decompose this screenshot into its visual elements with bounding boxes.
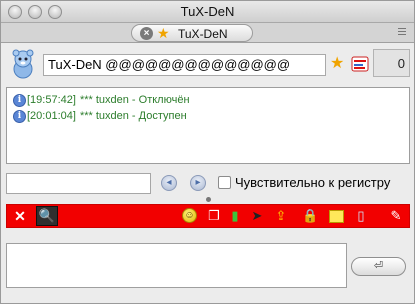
info-icon: i — [13, 93, 26, 107]
history-book-icon[interactable]: ▮ — [227, 208, 243, 224]
splitter-handle[interactable] — [206, 197, 211, 202]
tab-menu-handle[interactable] — [398, 26, 408, 38]
search-prev-button[interactable]: ◂ — [161, 175, 177, 191]
close-icon[interactable]: ✕ — [12, 208, 28, 224]
case-sensitive-label: Чувствительно к регистру — [235, 175, 391, 190]
avatar — [12, 49, 34, 79]
tab-strip: × ★ TuX-DeN — [1, 23, 414, 43]
search-next-button[interactable]: ▸ — [190, 175, 206, 191]
send-file-icon[interactable]: ➤ — [249, 208, 265, 224]
tab-label: TuX-DeN — [178, 27, 228, 41]
smiley-icon[interactable]: ☺ — [182, 208, 197, 223]
counter-box: 0 — [373, 49, 410, 77]
contact-header: TuX-DeN @@@@@@@@@@@@@@ ★ 0 — [1, 44, 414, 84]
log-time: [19:57:42] — [27, 94, 76, 106]
chat-window: TuX-DeN × ★ TuX-DeN TuX-DeN @@@@@@@@@@@@… — [0, 0, 415, 304]
info-icon: i — [13, 109, 26, 123]
window-title: TuX-DeN — [180, 4, 235, 19]
note-icon[interactable] — [329, 210, 344, 223]
chat-toolbar: ✕ 🔍 ☺ ❐ ▮ ➤ ⇪ 🔒 ▯ ✎ — [6, 204, 410, 228]
tab-close-icon[interactable]: × — [140, 27, 153, 40]
notebook-icon[interactable]: ▯ — [353, 208, 369, 224]
message-input[interactable] — [6, 243, 347, 288]
log-line: i [20:01:04] *** tuxden - Доступен — [13, 108, 409, 124]
status-badge-icon[interactable] — [351, 55, 369, 73]
tab-tux-den[interactable]: × ★ TuX-DeN — [131, 24, 253, 42]
upload-icon[interactable]: ⇪ — [273, 208, 289, 224]
search-icon[interactable]: 🔍 — [36, 206, 58, 226]
send-button[interactable]: ⏎ — [351, 257, 406, 276]
log-text: *** tuxden - Доступен — [79, 110, 187, 122]
edit-document-icon[interactable]: ✎ — [388, 208, 404, 224]
log-time: [20:01:04] — [27, 110, 76, 122]
search-input[interactable] — [6, 173, 151, 194]
favorite-star-icon[interactable]: ★ — [330, 55, 344, 73]
files-icon[interactable]: ❐ — [206, 208, 222, 224]
lock-icon[interactable]: 🔒 — [302, 208, 318, 224]
star-icon: ★ — [157, 25, 170, 41]
search-bar: ◂ ▸ Чувствительно к регистру — [1, 171, 414, 195]
log-text: *** tuxden - Отключён — [79, 94, 190, 106]
message-log: i [19:57:42] *** tuxden - Отключён i [20… — [6, 87, 410, 164]
log-line: i [19:57:42] *** tuxden - Отключён — [13, 92, 409, 108]
contact-name-field[interactable]: TuX-DeN @@@@@@@@@@@@@@ — [43, 54, 326, 76]
case-sensitive-checkbox[interactable] — [218, 176, 231, 189]
title-bar: TuX-DeN — [1, 1, 414, 23]
